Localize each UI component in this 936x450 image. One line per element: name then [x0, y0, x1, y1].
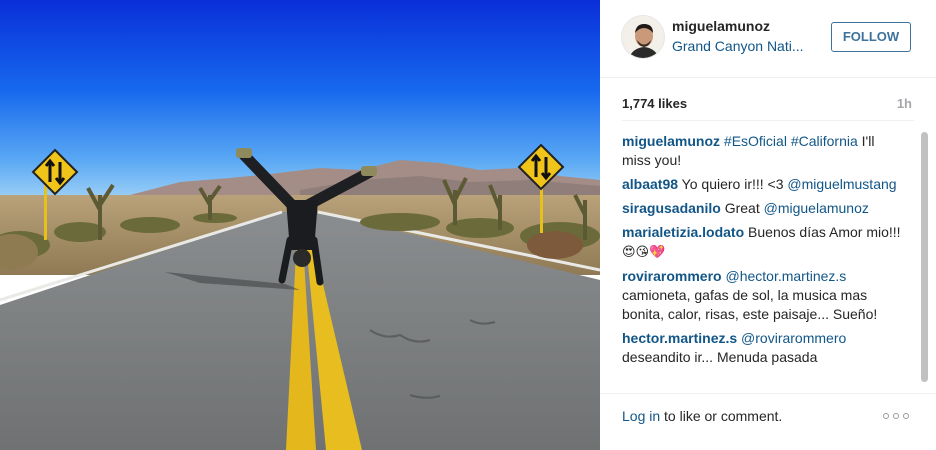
login-prompt-text: to like or comment.	[660, 408, 783, 424]
mention-link[interactable]: @rovirarommero	[741, 330, 846, 346]
comment-author[interactable]: albaat98	[622, 176, 678, 192]
divider	[622, 120, 914, 121]
comment-author[interactable]: miguelamunoz	[622, 133, 720, 149]
comment-text: Yo quiero ir!!! <3	[678, 176, 788, 192]
hashtag-link[interactable]: #California	[791, 133, 858, 149]
comment-author[interactable]: hector.martinez.s	[622, 330, 737, 346]
follow-button[interactable]: FOLLOW	[831, 22, 911, 52]
comment-item: hector.martinez.s @rovirarommero deseand…	[622, 329, 905, 367]
more-options-button[interactable]	[882, 408, 912, 424]
user-avatar-icon	[622, 16, 664, 58]
likes-row: 1,774 likes 1h	[622, 96, 912, 116]
comments-scrollbar[interactable]	[918, 132, 930, 382]
comment-text: Great	[720, 200, 764, 216]
post-location-link[interactable]: Grand Canyon Nati...	[672, 38, 804, 54]
post-username-link[interactable]: miguelamunoz	[672, 18, 770, 34]
post-timestamp[interactable]: 1h	[897, 96, 912, 111]
comment-text: Buenos días Amor mio!!!	[744, 224, 901, 240]
post-footer: Log in to like or comment.	[600, 393, 936, 450]
ellipsis-icon	[903, 413, 909, 419]
comment-author[interactable]: rovirarommero	[622, 268, 722, 284]
post-header: miguelamunoz Grand Canyon Nati... FOLLOW	[600, 0, 936, 78]
mention-link[interactable]: @hector.martinez.s	[725, 268, 846, 284]
comment-item: marialetizia.lodato Buenos días Amor mio…	[622, 223, 905, 262]
hashtag-link[interactable]: #EsOficial	[724, 133, 787, 149]
mention-link[interactable]: @miguelamunoz	[764, 200, 869, 216]
comment-item: siragusadanilo Great @miguelamunoz	[622, 199, 905, 218]
comment-item: rovirarommero @hector.martinez.s camione…	[622, 267, 905, 324]
comment-text: deseandito ir... Menuda pasada	[622, 349, 818, 365]
comment-item: albaat98 Yo quiero ir!!! <3 @miguelmusta…	[622, 175, 905, 194]
mention-link[interactable]: @miguelmustang	[787, 176, 896, 192]
comments-list[interactable]: miguelamunoz #EsOficial #California I'll…	[622, 132, 905, 382]
ellipsis-icon	[893, 413, 899, 419]
avatar[interactable]	[621, 15, 665, 59]
login-prompt: Log in to like or comment.	[622, 408, 782, 424]
comment-author[interactable]: siragusadanilo	[622, 200, 721, 216]
scrollbar-thumb[interactable]	[921, 132, 928, 382]
caption: miguelamunoz #EsOficial #California I'll…	[622, 132, 905, 170]
login-link[interactable]: Log in	[622, 408, 660, 424]
comment-author[interactable]: marialetizia.lodato	[622, 224, 744, 240]
likes-count[interactable]: 1,774 likes	[622, 96, 687, 111]
comment-text: camioneta, gafas de sol, la musica mas b…	[622, 287, 878, 322]
handstand-on-desert-road-image	[0, 0, 600, 450]
post-photo[interactable]	[0, 0, 600, 450]
emoji-icon: 😍😘💖	[622, 245, 666, 260]
post-details-panel: miguelamunoz Grand Canyon Nati... FOLLOW…	[600, 0, 936, 450]
ellipsis-icon	[883, 413, 889, 419]
